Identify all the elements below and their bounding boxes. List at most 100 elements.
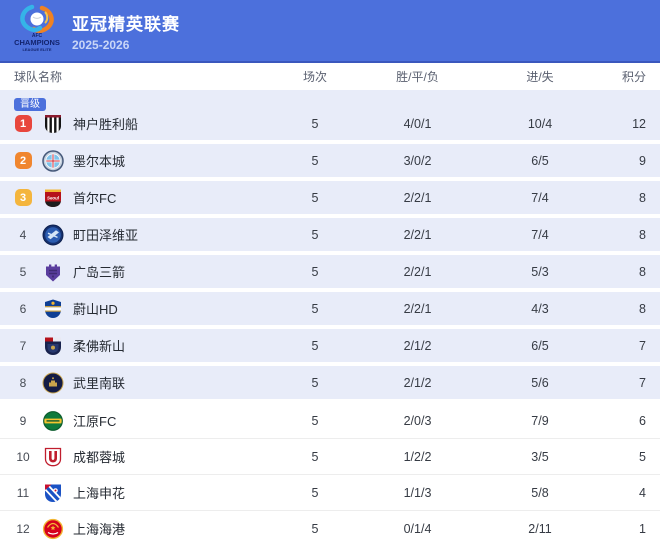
- gangwon-fc-crest-icon: [42, 410, 64, 432]
- chengdu-rongcheng-crest-icon: [42, 446, 64, 468]
- team-row-6[interactable]: 6 蔚山HD 5 2/2/1 4/3 8: [0, 292, 660, 325]
- rank-label: 10: [16, 450, 29, 464]
- matches-played-value: 5: [275, 228, 355, 242]
- matches-played-value: 5: [275, 376, 355, 390]
- points-value: 9: [600, 154, 660, 168]
- matches-played-value: 5: [275, 486, 355, 500]
- matches-played-value: 5: [275, 191, 355, 205]
- goals-for-against-value: 7/4: [480, 228, 600, 242]
- goals-for-against-value: 5/3: [480, 265, 600, 279]
- team-name: 柔佛新山: [73, 336, 275, 355]
- win-draw-loss-value: 2/2/1: [355, 228, 480, 242]
- svg-text:CHAMPIONS: CHAMPIONS: [14, 38, 60, 47]
- team-row-2[interactable]: 2 墨尔本城 5 3/0/2 6/5 9: [0, 144, 660, 177]
- team-name: 上海申花: [73, 483, 275, 502]
- points-value: 8: [600, 302, 660, 316]
- column-header-played: 场次: [275, 68, 355, 85]
- win-draw-loss-value: 2/1/2: [355, 376, 480, 390]
- win-draw-loss-value: 2/2/1: [355, 191, 480, 205]
- team-row-10[interactable]: 10 成都蓉城 5 1/2/2 3/5 5: [0, 439, 660, 475]
- sanfrecce-hiroshima-crest-icon: [42, 261, 64, 283]
- team-row-9[interactable]: 9 江原FC 5 2/0/3 7/9 6: [0, 403, 660, 439]
- goals-for-against-value: 5/6: [480, 376, 600, 390]
- fc-seoul-crest-icon: Seoul: [42, 187, 64, 209]
- matches-played-value: 5: [275, 339, 355, 353]
- vissel-kobe-crest-icon: [42, 113, 64, 135]
- matches-played-value: 5: [275, 522, 355, 536]
- points-value: 7: [600, 376, 660, 390]
- rank-label: 9: [20, 414, 27, 428]
- melbourne-city-crest-icon: [42, 150, 64, 172]
- win-draw-loss-value: 2/2/1: [355, 302, 480, 316]
- rank-badge: 2: [15, 152, 32, 169]
- team-row-8[interactable]: 8 武里南联 5 2/1/2 5/6 7: [0, 366, 660, 399]
- promotion-zone-block: 晋级 1 神户胜利船 5 4/0/1 10/4 12: [0, 90, 660, 140]
- matches-played-value: 5: [275, 154, 355, 168]
- shanghai-shenhua-crest-icon: [42, 482, 64, 504]
- table-header-row: 球队名称 场次 胜/平/负 进/失 积分: [0, 63, 660, 90]
- points-value: 6: [600, 414, 660, 428]
- machida-zelvia-crest-icon: [42, 224, 64, 246]
- win-draw-loss-value: 3/0/2: [355, 154, 480, 168]
- rank-label: 5: [20, 265, 27, 279]
- johor-darul-tazim-crest-icon: [42, 335, 64, 357]
- rank-label: 4: [20, 228, 27, 242]
- points-value: 7: [600, 339, 660, 353]
- points-value: 8: [600, 228, 660, 242]
- team-row-1[interactable]: 1 神户胜利船 5 4/0/1 10/4 12: [0, 107, 660, 140]
- points-value: 4: [600, 486, 660, 500]
- promotion-zone-rows: 2 墨尔本城 5 3/0/2 6/5 9 3 Seoul 首尔FC 5 2/2/…: [0, 144, 660, 399]
- matches-played-value: 5: [275, 414, 355, 428]
- rank-label: 12: [16, 522, 29, 536]
- team-name: 广岛三箭: [73, 262, 275, 281]
- column-header-wdl: 胜/平/负: [355, 68, 480, 85]
- team-name: 江原FC: [73, 411, 275, 430]
- regular-rows: 9 江原FC 5 2/0/3 7/9 6 10 成都蓉城 5 1/2/2 3/5…: [0, 403, 660, 545]
- promotion-badge-row: 晋级: [0, 90, 660, 107]
- team-row-12[interactable]: 12 上海海港 5 0/1/4 2/11 1: [0, 511, 660, 545]
- win-draw-loss-value: 1/1/3: [355, 486, 480, 500]
- win-draw-loss-value: 4/0/1: [355, 117, 480, 131]
- team-name: 町田泽维亚: [73, 225, 275, 244]
- goals-for-against-value: 10/4: [480, 117, 600, 131]
- points-value: 1: [600, 522, 660, 536]
- rank-badge: 1: [15, 115, 32, 132]
- svg-text:Seoul: Seoul: [47, 195, 60, 200]
- points-value: 12: [600, 117, 660, 131]
- goals-for-against-value: 5/8: [480, 486, 600, 500]
- win-draw-loss-value: 2/1/2: [355, 339, 480, 353]
- goals-for-against-value: 6/5: [480, 339, 600, 353]
- team-row-5[interactable]: 5 广岛三箭 5 2/2/1 5/3 8: [0, 255, 660, 288]
- team-name: 武里南联: [73, 373, 275, 392]
- svg-text:LEAGUE ELITE: LEAGUE ELITE: [22, 47, 51, 52]
- team-name: 墨尔本城: [73, 151, 275, 170]
- points-value: 8: [600, 191, 660, 205]
- goals-for-against-value: 3/5: [480, 450, 600, 464]
- promotion-badge: 晋级: [14, 98, 46, 111]
- goals-for-against-value: 6/5: [480, 154, 600, 168]
- win-draw-loss-value: 1/2/2: [355, 450, 480, 464]
- team-name: 首尔FC: [73, 188, 275, 207]
- team-name: 神户胜利船: [73, 114, 275, 133]
- team-name: 成都蓉城: [73, 447, 275, 466]
- win-draw-loss-value: 2/2/1: [355, 265, 480, 279]
- column-header-team: 球队名称: [0, 68, 275, 85]
- rank-label: 8: [20, 376, 27, 390]
- team-row-4[interactable]: 4 町田泽维亚 5 2/2/1 7/4 8: [0, 218, 660, 251]
- points-value: 5: [600, 450, 660, 464]
- points-value: 8: [600, 265, 660, 279]
- rank-label: 7: [20, 339, 27, 353]
- team-row-3[interactable]: 3 Seoul 首尔FC 5 2/2/1 7/4 8: [0, 181, 660, 214]
- shanghai-port-crest-icon: [42, 518, 64, 540]
- goals-for-against-value: 7/4: [480, 191, 600, 205]
- goals-for-against-value: 4/3: [480, 302, 600, 316]
- team-name: 蔚山HD: [73, 299, 275, 318]
- afc-champions-league-elite-logo-icon: AFC CHAMPIONS LEAGUE ELITE: [12, 4, 62, 60]
- ulsan-hd-crest-icon: [42, 298, 64, 320]
- team-row-11[interactable]: 11 上海申花 5 1/1/3 5/8 4: [0, 475, 660, 511]
- matches-played-value: 5: [275, 265, 355, 279]
- team-row-7[interactable]: 7 柔佛新山 5 2/1/2 6/5 7: [0, 329, 660, 362]
- rank-label: 11: [17, 486, 29, 500]
- goals-for-against-value: 2/11: [480, 522, 600, 536]
- matches-played-value: 5: [275, 117, 355, 131]
